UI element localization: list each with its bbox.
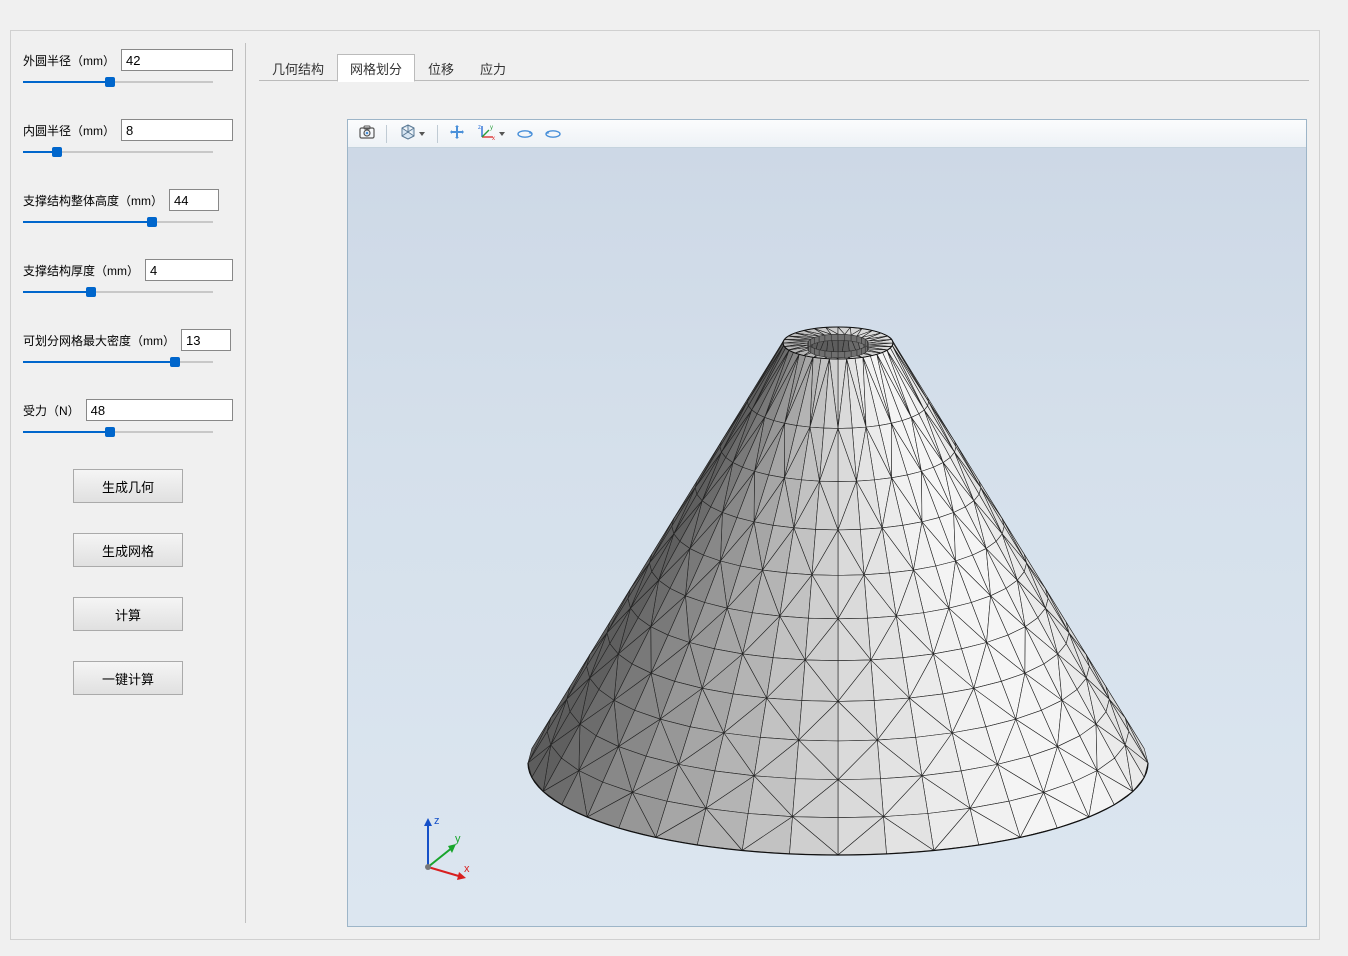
tab-geometry[interactable]: 几何结构 [259,54,337,82]
axes-button[interactable]: z y x [472,123,510,145]
outer-radius-slider[interactable] [23,75,213,89]
param-label: 支撑结构整体高度（mm） [23,192,163,209]
svg-text:y: y [455,833,461,845]
compute-button[interactable]: 计算 [73,597,183,631]
chevron-down-icon [499,132,505,136]
param-label: 内圆半径（mm） [23,122,115,139]
svg-text:z: z [434,815,440,827]
view-preset-button[interactable] [393,123,431,145]
sidebar: 外圆半径（mm） 内圆半径（mm） 支撑结构整体高度（mm） [23,49,233,725]
cube-view-icon [400,124,416,143]
inner-radius-input[interactable] [121,119,233,141]
svg-text:x: x [492,136,495,140]
tab-stress[interactable]: 应力 [467,54,519,82]
chevron-down-icon [419,132,425,136]
param-height: 支撑结构整体高度（mm） [23,189,233,229]
svg-text:y: y [490,125,493,131]
thickness-input[interactable] [145,259,233,281]
generate-geometry-button[interactable]: 生成几何 [73,469,183,503]
outer-radius-input[interactable] [121,49,233,71]
mesh-density-slider[interactable] [23,355,213,369]
generate-mesh-button[interactable]: 生成网格 [73,533,183,567]
param-label: 受力（N） [23,402,80,419]
rotate-cw-button[interactable] [512,123,538,145]
tab-mesh[interactable]: 网格划分 [337,54,415,82]
toolbar-separator [386,125,387,143]
vertical-divider [245,43,246,923]
thickness-slider[interactable] [23,285,213,299]
viewport-container: z y x z [347,119,1307,927]
param-label: 外圆半径（mm） [23,52,115,69]
height-input[interactable] [169,189,219,211]
viewport-toolbar: z y x [348,120,1306,148]
param-force: 受力（N） [23,399,233,439]
force-input[interactable] [86,399,233,421]
svg-text:x: x [464,863,470,875]
tab-displacement[interactable]: 位移 [415,54,467,82]
tab-panel-border [259,80,1309,81]
height-slider[interactable] [23,215,213,229]
tabstrip: 几何结构 网格划分 位移 应力 [259,59,519,81]
screenshot-button[interactable] [354,123,380,145]
cone-mesh-render [348,148,1306,926]
param-mesh-density: 可划分网格最大密度（mm） [23,329,233,369]
rotate-cw-icon [516,124,534,143]
rotate-ccw-button[interactable] [540,123,566,145]
compute-all-button[interactable]: 一键计算 [73,661,183,695]
app-frame: 外圆半径（mm） 内圆半径（mm） 支撑结构整体高度（mm） [10,30,1320,940]
toolbar-separator [437,125,438,143]
svg-text:z: z [478,125,481,131]
axes-icon: z y x [478,124,496,143]
param-inner-radius: 内圆半径（mm） [23,119,233,159]
param-label: 支撑结构厚度（mm） [23,262,139,279]
param-thickness: 支撑结构厚度（mm） [23,259,233,299]
param-outer-radius: 外圆半径（mm） [23,49,233,89]
viewport-3d[interactable]: z y x [348,148,1306,926]
camera-icon [359,125,375,142]
force-slider[interactable] [23,425,213,439]
rotate-ccw-icon [544,124,562,143]
pan-icon [449,124,465,143]
param-label: 可划分网格最大密度（mm） [23,332,175,349]
inner-radius-slider[interactable] [23,145,213,159]
axis-gizmo: z y x [408,812,478,882]
pan-button[interactable] [444,123,470,145]
mesh-density-input[interactable] [181,329,231,351]
